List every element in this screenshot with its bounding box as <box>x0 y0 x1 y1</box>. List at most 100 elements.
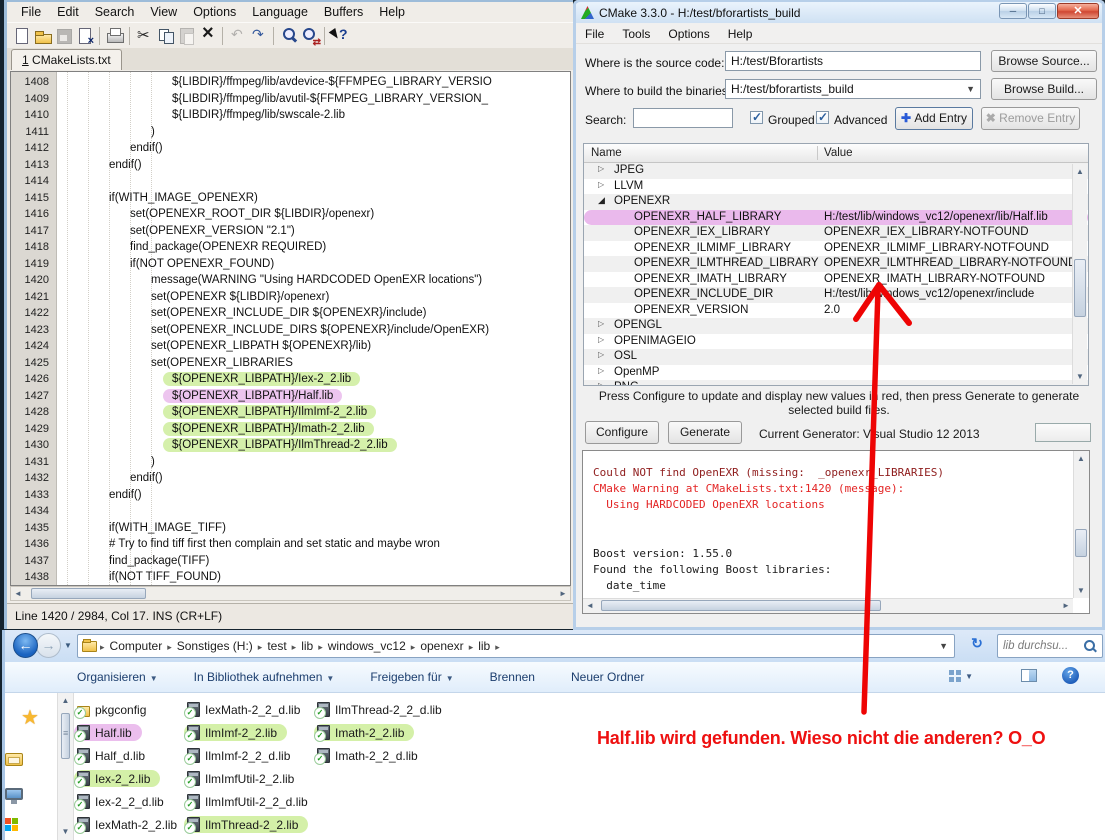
search-box[interactable]: lib durchsu... <box>997 634 1103 658</box>
remove-entry-button[interactable]: ✖ Remove Entry <box>981 107 1080 130</box>
hscroll-thumb[interactable] <box>31 588 146 599</box>
editor-menu-edit[interactable]: Edit <box>49 3 87 21</box>
scroll-down-arrow[interactable]: ▼ <box>58 825 73 838</box>
scroll-right-arrow[interactable]: ► <box>1059 599 1073 612</box>
list-item-iexmath-2-2-d-lib[interactable]: IexMath-2_2_d.lib <box>184 701 310 718</box>
breadcrumb-item-test[interactable]: test <box>262 639 291 653</box>
sidebar-scroll-thumb[interactable] <box>61 713 70 759</box>
variable-row-osl[interactable]: ▷OSL <box>584 349 1088 365</box>
cut-icon[interactable] <box>134 25 155 46</box>
list-item-iex-2-2-d-lib[interactable]: Iex-2_2_d.lib <box>74 793 174 810</box>
code-editor-area[interactable]: 1408${LIBDIR}/ffmpeg/lib/avdevice-${FFMP… <box>10 71 571 586</box>
variable-row-openexr-imath-library[interactable]: OPENEXR_IMATH_LIBRARYOPENEXR_IMATH_LIBRA… <box>584 272 1088 288</box>
scroll-down-arrow[interactable]: ▼ <box>1073 370 1087 383</box>
browse-build-button[interactable]: Browse Build... <box>991 78 1097 100</box>
command-organisieren[interactable]: Organisieren▼ <box>77 670 158 684</box>
variable-row-llvm[interactable]: ▷LLVM <box>584 179 1088 195</box>
command-freigeben-f-r[interactable]: Freigeben für▼ <box>370 670 453 684</box>
variable-row-png[interactable]: ▷PNG <box>584 380 1088 386</box>
variable-row-jpeg[interactable]: ▷JPEG <box>584 163 1088 179</box>
list-item-imath-2-2-lib[interactable]: Imath-2_2.lib <box>314 724 414 741</box>
close-file-icon[interactable] <box>74 25 95 46</box>
configure-button[interactable]: Configure <box>585 421 659 444</box>
scroll-right-arrow[interactable]: ► <box>556 587 570 600</box>
tree-expand-icon[interactable]: ▷ <box>598 180 604 189</box>
editor-menu-options[interactable]: Options <box>185 3 244 21</box>
help-button[interactable]: ? <box>1062 667 1079 684</box>
variable-row-openexr-version[interactable]: OPENEXR_VERSION2.0 <box>584 303 1088 319</box>
maximize-button[interactable]: □ <box>1028 3 1056 19</box>
list-item-pkgconfig[interactable]: pkgconfig <box>74 701 156 718</box>
variable-row-opengl[interactable]: ▷OPENGL <box>584 318 1088 334</box>
add-entry-button[interactable]: ✚ Add Entry <box>895 107 973 130</box>
variable-row-openexr-half-library[interactable]: OPENEXR_HALF_LIBRARYH:/test/lib/windows_… <box>584 210 1088 226</box>
variable-row-openexr-iex-library[interactable]: OPENEXR_IEX_LIBRARYOPENEXR_IEX_LIBRARY-N… <box>584 225 1088 241</box>
breadcrumb-address-field[interactable]: ▸Computer▸Sonstiges (H:)▸test▸lib▸window… <box>77 634 955 658</box>
list-item-half-lib[interactable]: Half.lib <box>74 724 142 741</box>
variable-row-openexr-include-dir[interactable]: OPENEXR_INCLUDE_DIRH:/test/lib/windows_v… <box>584 287 1088 303</box>
variable-row-openmp[interactable]: ▷OpenMP <box>584 365 1088 381</box>
breadcrumb-item-lib[interactable]: lib <box>473 639 495 653</box>
list-item-ilmimfutil-2-2-lib[interactable]: IlmImfUtil-2_2.lib <box>184 770 304 787</box>
source-code-input[interactable]: H:/test/Bforartists <box>725 51 981 71</box>
column-header-value[interactable]: Value <box>824 147 853 159</box>
command-neuer-ordner[interactable]: Neuer Ordner <box>571 670 644 684</box>
computer-icon[interactable] <box>5 788 23 800</box>
scroll-down-arrow[interactable]: ▼ <box>1074 584 1088 597</box>
variable-row-openexr[interactable]: ◢OPENEXR <box>584 194 1088 210</box>
list-item-half-d-lib[interactable]: Half_d.lib <box>74 747 155 764</box>
undo-icon[interactable] <box>227 25 248 46</box>
close-button[interactable]: ✕ <box>1057 3 1099 19</box>
table-scroll-thumb[interactable] <box>1074 259 1086 317</box>
tree-expand-icon[interactable]: ▷ <box>598 381 604 386</box>
grouped-checkbox[interactable] <box>750 111 763 124</box>
editor-menu-view[interactable]: View <box>142 3 185 21</box>
column-header-name[interactable]: Name <box>591 147 622 159</box>
list-item-ilmthread-2-2-d-lib[interactable]: IlmThread-2_2_d.lib <box>314 701 452 718</box>
find-icon[interactable] <box>278 25 299 46</box>
scroll-left-arrow[interactable]: ◄ <box>11 587 25 600</box>
forward-button[interactable]: → <box>36 633 61 658</box>
list-item-ilmimf-2-2-lib[interactable]: IlmImf-2_2.lib <box>184 724 287 741</box>
redo-icon[interactable] <box>248 25 269 46</box>
scroll-up-arrow[interactable]: ▲ <box>1073 165 1087 178</box>
breadcrumb-item-windows-vc12[interactable]: windows_vc12 <box>323 639 411 653</box>
variable-row-openimageio[interactable]: ▷OPENIMAGEIO <box>584 334 1088 350</box>
editor-menu-help[interactable]: Help <box>371 3 413 21</box>
tree-expand-icon[interactable]: ▷ <box>598 164 604 173</box>
scroll-up-arrow[interactable]: ▲ <box>58 694 73 707</box>
table-header[interactable]: Name Value <box>584 144 1088 163</box>
editor-menu-language[interactable]: Language <box>244 3 316 21</box>
breadcrumb-item-sonstiges-h[interactable]: Sonstiges (H:) <box>172 639 258 653</box>
output-hscroll-thumb[interactable] <box>601 600 881 611</box>
replace-icon[interactable] <box>299 25 320 46</box>
delete-icon[interactable] <box>197 25 218 46</box>
cmake-menu-options[interactable]: Options <box>659 25 718 43</box>
cmake-menu-tools[interactable]: Tools <box>613 25 659 43</box>
editor-menu-file[interactable]: File <box>13 3 49 21</box>
tab-cmakelists-txt[interactable]: 1 CMakeLists.txt <box>11 49 122 70</box>
advanced-checkbox[interactable] <box>816 111 829 124</box>
breadcrumb-item-openexr[interactable]: openexr <box>415 639 468 653</box>
column-divider[interactable] <box>817 146 818 160</box>
variable-row-openexr-ilmthread-library[interactable]: OPENEXR_ILMTHREAD_LIBRARYOPENEXR_ILMTHRE… <box>584 256 1088 272</box>
output-vscroll-thumb[interactable] <box>1075 529 1087 557</box>
paste-icon[interactable] <box>176 25 197 46</box>
list-item-iexmath-2-2-lib[interactable]: IexMath-2_2.lib <box>74 816 187 833</box>
scroll-up-arrow[interactable]: ▲ <box>1074 452 1088 465</box>
favorites-star-icon[interactable]: ★ <box>21 705 39 730</box>
editor-menu-search[interactable]: Search <box>87 3 143 21</box>
combo-dropdown-arrow[interactable]: ▼ <box>966 84 975 94</box>
search-icon[interactable] <box>1083 639 1097 653</box>
tree-expand-icon[interactable]: ▷ <box>598 319 604 328</box>
refresh-button[interactable]: ↻ <box>963 635 991 657</box>
back-button[interactable]: ← <box>13 633 38 658</box>
tree-expand-icon[interactable]: ▷ <box>598 350 604 359</box>
build-path-combobox[interactable]: H:/test/bforartists_build▼ <box>725 79 981 99</box>
tree-expand-icon[interactable]: ▷ <box>598 366 604 375</box>
cmake-search-input[interactable] <box>633 108 733 128</box>
output-vscrollbar[interactable]: ▲ ▼ <box>1073 451 1089 598</box>
network-icon[interactable] <box>5 818 19 832</box>
tree-collapse-icon[interactable]: ◢ <box>598 195 605 206</box>
table-vscrollbar[interactable]: ▲ ▼ <box>1072 164 1087 384</box>
